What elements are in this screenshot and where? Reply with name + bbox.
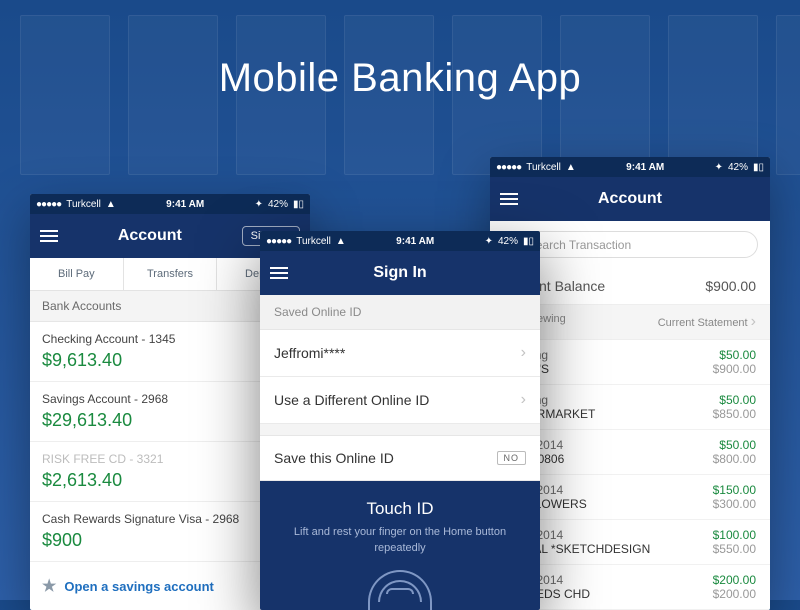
tab-billpay[interactable]: Bill Pay [30, 258, 124, 290]
nav-bar: Account [490, 177, 770, 221]
menu-icon[interactable] [270, 267, 288, 279]
battery-icon: ▮▯ [293, 199, 304, 210]
status-bar: ●●●●● Turkcell ▲ 9:41 AM ✦ 42% ▮▯ [30, 194, 310, 214]
page-title: Mobile Banking App [0, 56, 800, 101]
different-id-row[interactable]: Use a Different Online ID › [260, 377, 540, 424]
signal-icon: ●●●●● [266, 236, 291, 247]
statement-label: Current Statement [658, 317, 748, 329]
tx-amount: $150.00 [713, 483, 756, 497]
tx-balance: $550.00 [713, 542, 756, 556]
menu-icon[interactable] [40, 230, 58, 242]
nav-title: Account [526, 190, 734, 208]
current-balance-value: $900.00 [705, 278, 756, 294]
chevron-right-icon: › [521, 344, 526, 362]
search-input[interactable]: ⌕ Search Transaction [502, 231, 758, 258]
tx-balance: $200.00 [713, 587, 756, 601]
nav-title: Sign In [296, 264, 504, 282]
saved-id-row[interactable]: Jeffromi**** › [260, 330, 540, 377]
tx-amount: $200.00 [713, 573, 756, 587]
save-id-toggle[interactable]: NO [497, 451, 527, 465]
tx-amount: $50.00 [713, 438, 756, 452]
touch-id-title: Touch ID [288, 499, 512, 519]
tx-balance: $850.00 [713, 407, 756, 421]
chevron-right-icon: › [521, 391, 526, 409]
signal-icon: ●●●●● [496, 162, 521, 173]
saved-id-value: Jeffromi**** [274, 345, 345, 361]
wifi-icon: ▲ [106, 199, 116, 210]
tab-transfers[interactable]: Transfers [124, 258, 218, 290]
wifi-icon: ▲ [566, 162, 576, 173]
menu-icon[interactable] [500, 193, 518, 205]
status-bar: ●●●●● Turkcell ▲ 9:41 AM ✦ 42% ▮▯ [490, 157, 770, 177]
nav-title: Account [66, 227, 234, 245]
save-id-label: Save this Online ID [274, 450, 394, 466]
search-placeholder: Search Transaction [528, 238, 631, 252]
mockup-sign-in: ●●●●● Turkcell ▲ 9:41 AM ✦ 42% ▮▯ Sign I… [260, 231, 540, 610]
battery-icon: ▮▯ [523, 236, 534, 247]
tx-amount: $50.00 [713, 393, 756, 407]
bluetooth-icon: ✦ [255, 199, 263, 210]
touch-id-panel: Touch ID Lift and rest your finger on th… [260, 481, 540, 610]
touch-id-subtitle: Lift and rest your finger on the Home bu… [288, 525, 512, 556]
wifi-icon: ▲ [336, 236, 346, 247]
bluetooth-icon: ✦ [485, 236, 493, 247]
star-icon: ★ [42, 576, 56, 596]
tx-balance: $800.00 [713, 452, 756, 466]
tx-amount: $50.00 [713, 348, 756, 362]
nav-bar: Sign In [260, 251, 540, 295]
status-bar: ●●●●● Turkcell ▲ 9:41 AM ✦ 42% ▮▯ [260, 231, 540, 251]
chevron-right-icon: › [751, 313, 756, 330]
tx-balance: $900.00 [713, 362, 756, 376]
signal-icon: ●●●●● [36, 199, 61, 210]
bluetooth-icon: ✦ [715, 162, 723, 173]
tx-amount: $100.00 [713, 528, 756, 542]
tx-balance: $300.00 [713, 497, 756, 511]
save-id-row[interactable]: Save this Online ID NO [260, 436, 540, 481]
different-id-label: Use a Different Online ID [274, 392, 429, 408]
saved-id-header: Saved Online ID [260, 295, 540, 330]
cta-label: Open a savings account [64, 579, 214, 594]
fingerprint-icon [368, 570, 432, 610]
battery-icon: ▮▯ [753, 162, 764, 173]
